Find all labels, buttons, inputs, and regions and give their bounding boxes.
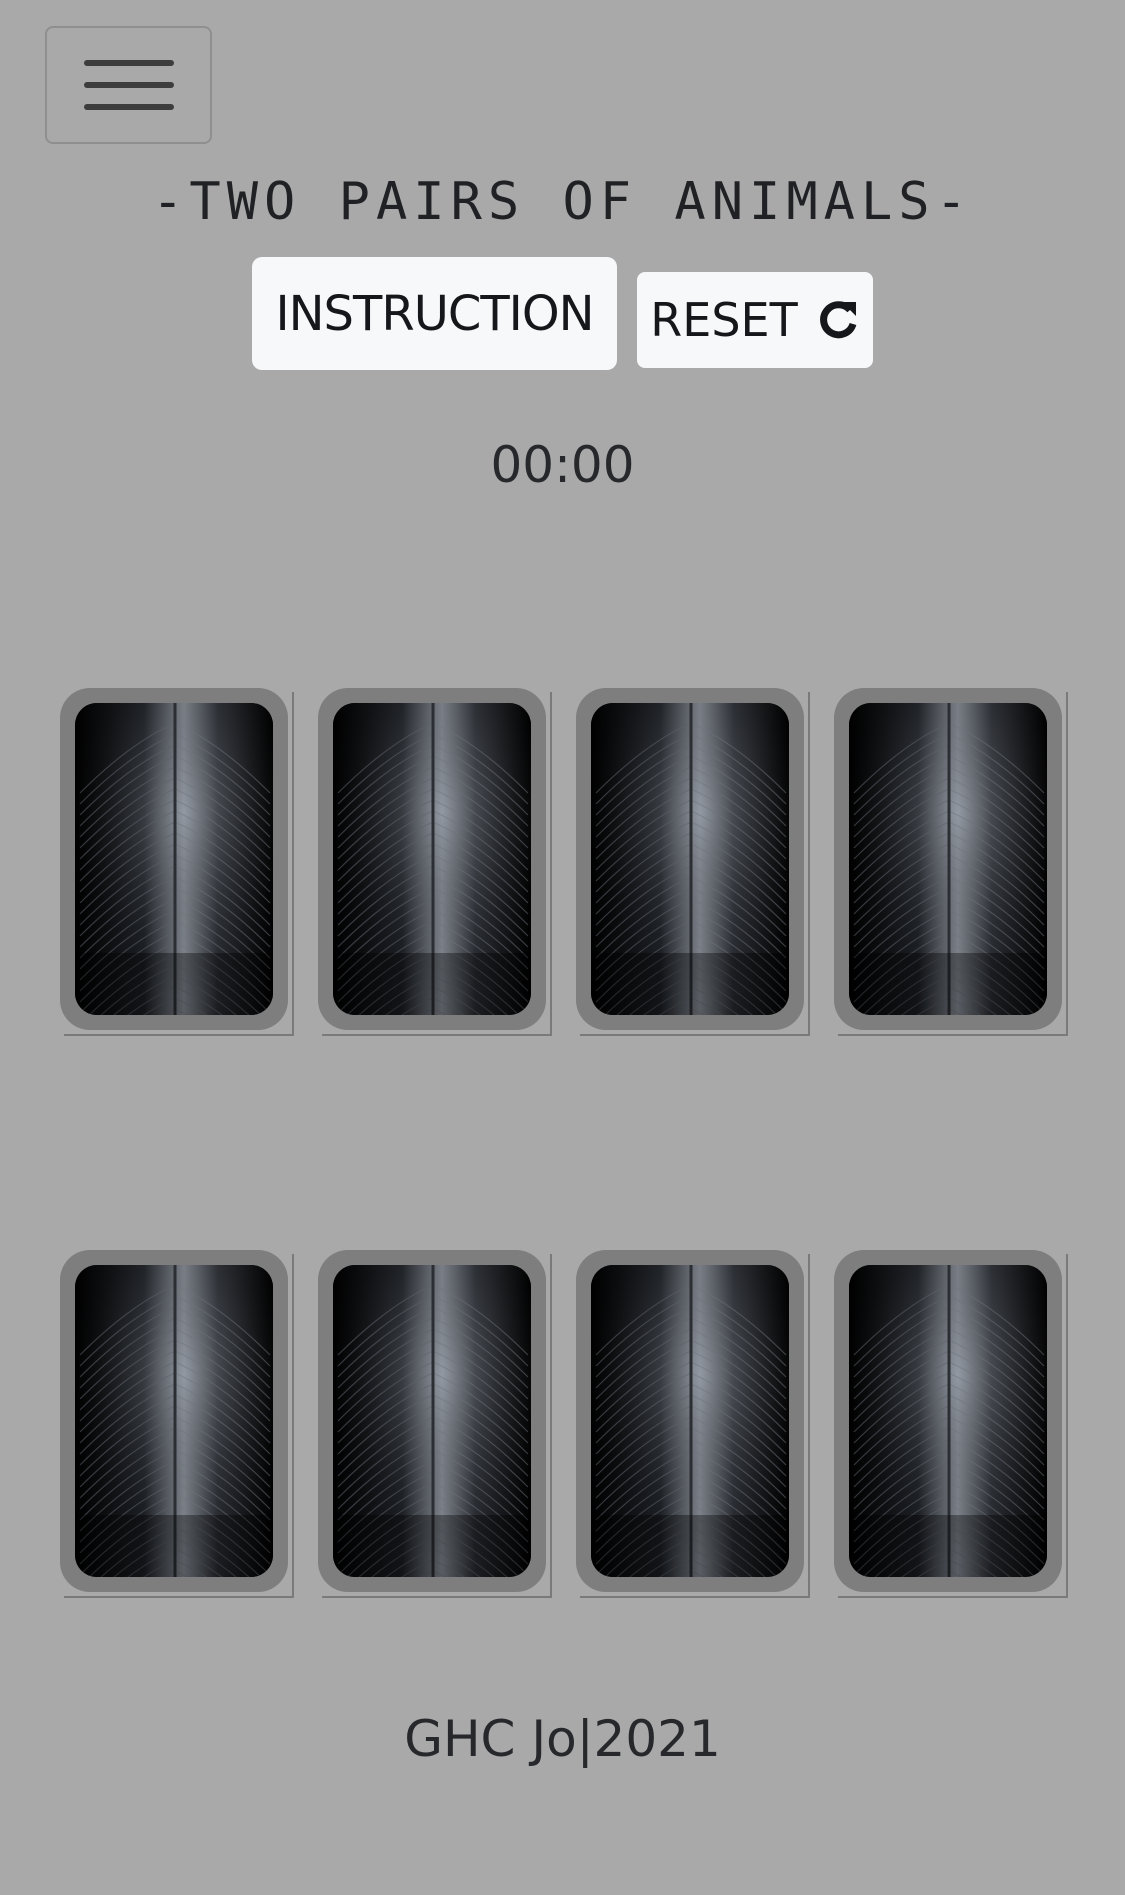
card-board bbox=[0, 0, 1125, 1895]
memory-card[interactable] bbox=[60, 688, 294, 1036]
memory-card[interactable] bbox=[318, 688, 552, 1036]
feather-icon bbox=[75, 1265, 273, 1577]
feather-icon bbox=[591, 1265, 789, 1577]
memory-card[interactable] bbox=[834, 688, 1068, 1036]
card-frame bbox=[834, 688, 1062, 1030]
memory-card[interactable] bbox=[834, 1250, 1068, 1598]
memory-card[interactable] bbox=[318, 1250, 552, 1598]
card-frame bbox=[60, 1250, 288, 1592]
footer-credit: GHC Jo|2021 bbox=[404, 1710, 721, 1768]
card-frame bbox=[318, 1250, 546, 1592]
card-frame bbox=[318, 688, 546, 1030]
feather-icon bbox=[849, 1265, 1047, 1577]
feather-icon bbox=[333, 703, 531, 1015]
card-frame bbox=[576, 688, 804, 1030]
memory-card[interactable] bbox=[60, 1250, 294, 1598]
card-frame bbox=[834, 1250, 1062, 1592]
feather-icon bbox=[591, 703, 789, 1015]
memory-card[interactable] bbox=[576, 688, 810, 1036]
feather-icon bbox=[333, 1265, 531, 1577]
feather-icon bbox=[849, 703, 1047, 1015]
feather-icon bbox=[75, 703, 273, 1015]
card-frame bbox=[60, 688, 288, 1030]
memory-card[interactable] bbox=[576, 1250, 810, 1598]
card-frame bbox=[576, 1250, 804, 1592]
